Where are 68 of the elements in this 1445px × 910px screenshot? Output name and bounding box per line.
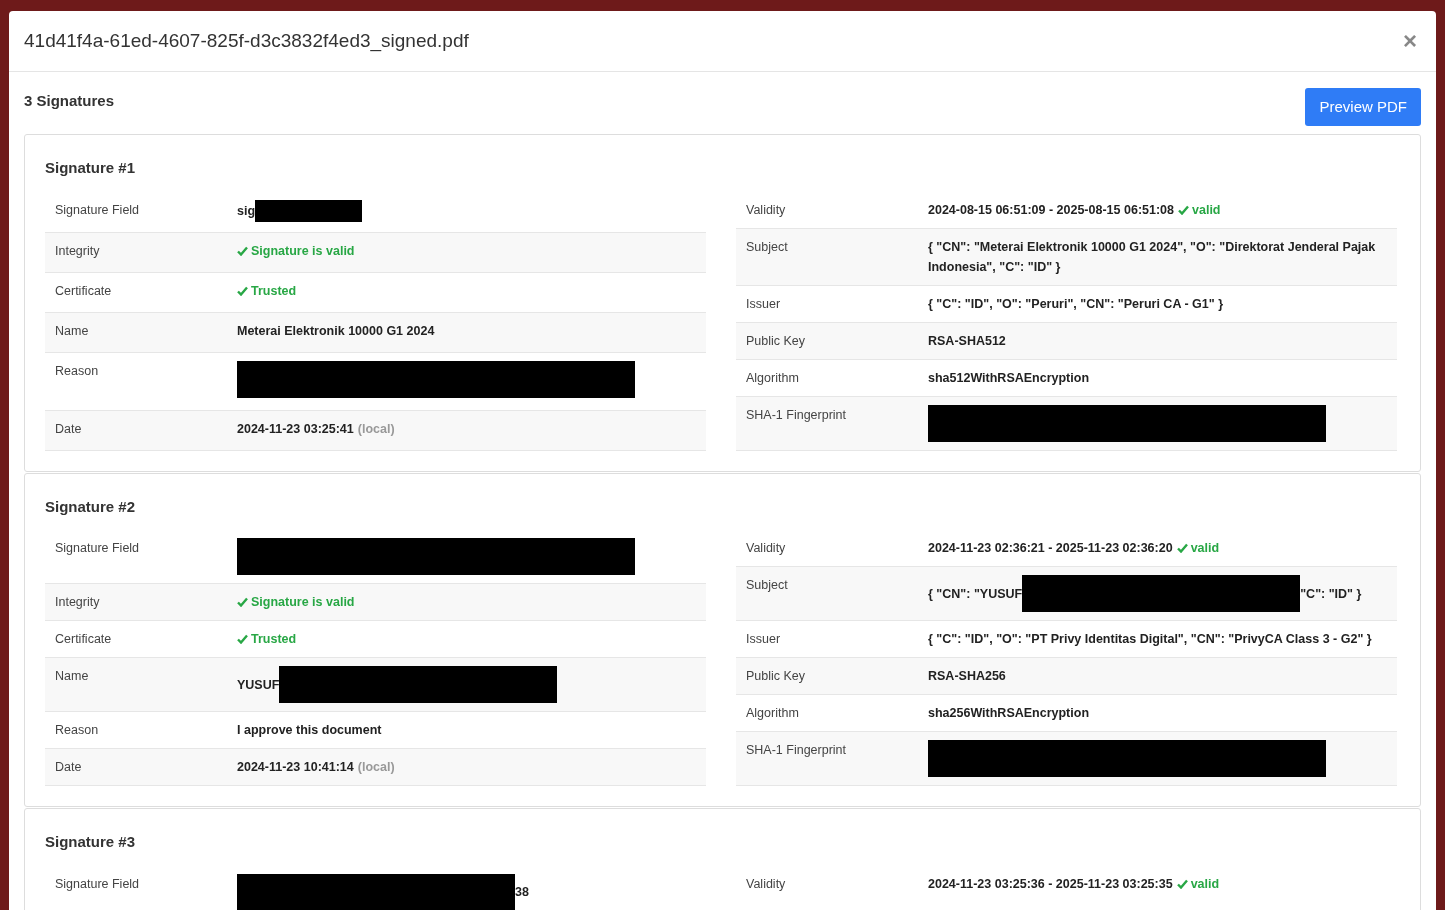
status-text: Trusted [237, 629, 297, 649]
field-label: Integrity [55, 244, 100, 259]
field-label: Date [55, 760, 82, 774]
status-text: valid [1178, 199, 1221, 220]
value-text: sig [237, 202, 256, 220]
local-note: (local) [357, 759, 395, 776]
value-text: { "CN": "YUSUF [928, 585, 1023, 603]
dialog-title: 41d41f4a-61ed-4607-825f-d3c3832f4ed3_signed.pdf [24, 28, 469, 54]
value-text: sha512WithRSAEncryption [928, 369, 1090, 387]
value-text: 2024-11-23 02:36:21 - 2025-11-23 02:36:20 [928, 540, 1173, 557]
value-text: Meterai Elektronik 10000 G1 2024 [237, 322, 435, 340]
field-label: Algorithm [746, 370, 799, 385]
field-label: Name [55, 323, 89, 338]
field-label: Validity [746, 876, 786, 891]
check-icon [1178, 204, 1189, 215]
signature-title: Signature #2 [45, 496, 137, 517]
check-icon [237, 246, 248, 257]
value-text: 2024-08-15 06:51:09 - 2025-08-15 06:51:08 [928, 201, 1174, 219]
field-label: Algorithm [746, 706, 799, 720]
field-label: Signature Field [55, 541, 140, 555]
check-icon [1176, 543, 1188, 553]
field-label: Name [55, 669, 89, 683]
value-text: { "C": "ID", "O": "PT Privy Identitas Digital", "CN": "PrivyCA Class 3 - G2" } [928, 631, 1372, 648]
value-text: RSA-SHA512 [928, 332, 1006, 350]
field-label: Validity [746, 202, 786, 217]
check-icon [1176, 878, 1188, 889]
field-label: Integrity [55, 595, 100, 609]
check-icon [237, 634, 248, 644]
field-label: Reason [55, 363, 99, 378]
value-text: YUSUF [237, 676, 280, 694]
field-label: Public Key [746, 669, 806, 683]
signature-count: 3 Signatures [24, 91, 115, 111]
field-label: Certificate [55, 284, 112, 299]
check-icon [237, 597, 248, 607]
value-text: "C": "ID" } [1300, 585, 1362, 603]
local-note: (local) [357, 420, 395, 438]
field-label: SHA-1 Fingerprint [746, 407, 847, 422]
signature-title: Signature #1 [45, 158, 137, 178]
value-text: 2024-11-23 03:25:41 [237, 420, 354, 438]
status-text: Signature is valid [237, 592, 355, 612]
field-label: Signature Field [55, 876, 140, 891]
value-text: { "CN": "Meterai Elektronik 10000 G1 2024", "O": "Direktorat Jenderal Pajak Indonesia", "C": "ID" } [928, 238, 1377, 276]
field-label: Date [55, 421, 82, 436]
close-button[interactable]: × [1399, 29, 1421, 53]
value-text: 38 [515, 884, 529, 901]
status-text: Signature is valid [237, 241, 355, 262]
value-text: I approve this document [237, 722, 382, 739]
value-text: 2024-11-23 10:41:14 [237, 759, 354, 776]
value-text: RSA-SHA256 [928, 668, 1006, 685]
field-label: Signature Field [55, 202, 140, 217]
field-label: Subject [746, 578, 788, 592]
field-label: SHA-1 Fingerprint [746, 743, 847, 757]
check-icon [237, 286, 248, 297]
field-label: Validity [746, 541, 786, 555]
field-label: Certificate [55, 632, 112, 646]
field-label: Subject [746, 239, 788, 254]
field-label: Public Key [746, 333, 806, 348]
field-label: Issuer [746, 632, 781, 646]
value-text: 2024-11-23 03:25:36 - 2025-11-23 03:25:35 [928, 875, 1173, 893]
value-text: sha256WithRSAEncryption [928, 705, 1090, 722]
preview-pdf-button[interactable]: Preview PDF [1305, 88, 1421, 126]
field-label: Reason [55, 723, 99, 737]
status-text: valid [1176, 873, 1220, 894]
value-text: { "C": "ID", "O": "Peruri", "CN": "Peruri CA - G1" } [928, 295, 1223, 313]
signature-title: Signature #3 [45, 832, 137, 852]
field-label: Issuer [746, 296, 781, 311]
status-text: valid [1176, 538, 1220, 558]
status-text: Trusted [237, 281, 297, 302]
